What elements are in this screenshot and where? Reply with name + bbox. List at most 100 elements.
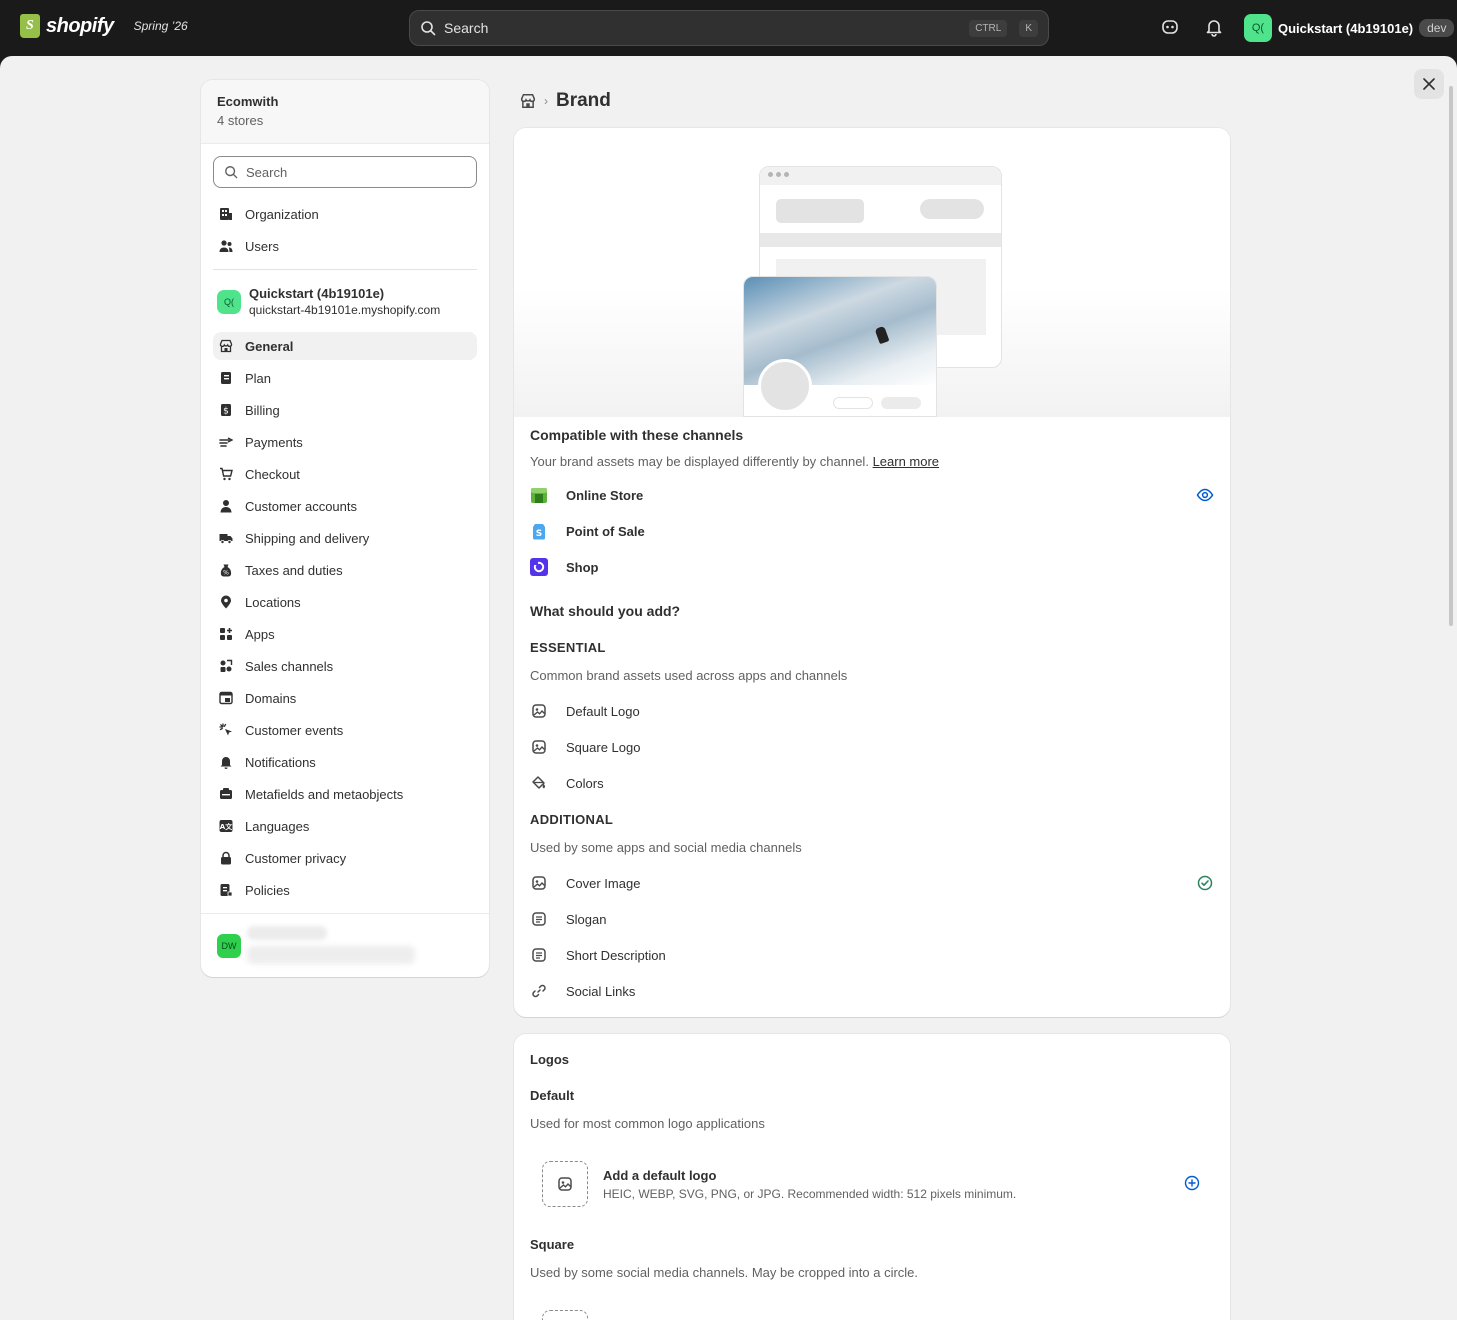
asset-square-logo[interactable]: Square Logo xyxy=(530,735,1214,759)
asset-colors[interactable]: Colors xyxy=(530,771,1214,795)
other-store-entry[interactable]: DW xyxy=(201,913,489,977)
search-icon xyxy=(225,166,238,179)
learn-more-link[interactable]: Learn more xyxy=(873,454,939,469)
sidebar-item-label: Billing xyxy=(245,402,280,418)
sidebar-item-label: Users xyxy=(245,238,279,254)
sidebar-item-label: Plan xyxy=(245,370,272,386)
sidebar-item-sales-channels[interactable]: Sales channels xyxy=(213,652,477,680)
asset-label: Social Links xyxy=(566,983,636,999)
square-logo-title: Square xyxy=(530,1237,575,1252)
policies-icon xyxy=(219,883,233,897)
sidebar-item-general[interactable]: General xyxy=(213,332,477,360)
sidebar-item-customer-privacy[interactable]: Customer privacy xyxy=(213,844,477,872)
edition-label: Spring ’26 xyxy=(133,19,188,33)
settings-sidebar: Ecomwith 4 stores Search Organization Us… xyxy=(201,80,489,977)
sidebar-item-notifications[interactable]: Notifications xyxy=(213,748,477,776)
asset-slogan[interactable]: Slogan xyxy=(530,907,1214,931)
asset-default-logo[interactable]: Default Logo xyxy=(530,699,1214,723)
sidebar-item-checkout[interactable]: Checkout xyxy=(213,460,477,488)
sidebar-item-label: Taxes and duties xyxy=(245,562,343,578)
sidebar-item-label: Domains xyxy=(245,690,297,706)
close-button[interactable] xyxy=(1414,69,1444,99)
svg-text:%: % xyxy=(223,570,229,577)
bell-icon xyxy=(219,755,233,769)
sidebar-item-customer-events[interactable]: Customer events xyxy=(213,716,477,744)
image-icon xyxy=(530,738,548,756)
sidebar-item-label: Shipping and delivery xyxy=(245,530,370,546)
sidebar-item-domains[interactable]: Domains xyxy=(213,684,477,712)
asset-short-description[interactable]: Short Description xyxy=(530,943,1214,967)
sidebar-item-billing[interactable]: $ Billing xyxy=(213,396,477,424)
sidebar-item-languages[interactable]: A文 Languages xyxy=(213,812,477,840)
settings-search-input[interactable]: Search xyxy=(213,156,477,188)
asset-social-links[interactable]: Social Links xyxy=(530,979,1214,1003)
building-icon xyxy=(219,207,233,221)
cursor-icon xyxy=(219,723,233,737)
channel-point-of-sale: S Point of Sale xyxy=(530,519,1214,543)
compatible-desc-text: Your brand assets may be displayed diffe… xyxy=(530,454,869,469)
square-logo-dropzone[interactable] xyxy=(542,1310,588,1320)
plan-icon xyxy=(219,371,233,385)
sidebar-item-label: Organization xyxy=(245,206,319,222)
svg-text:S: S xyxy=(536,529,542,539)
sidebar-item-label: Customer events xyxy=(245,722,344,738)
default-logo-title: Default xyxy=(530,1088,575,1103)
brand-name: shopify xyxy=(46,14,114,37)
default-logo-desc: Used for most common logo applications xyxy=(530,1116,765,1131)
text-icon xyxy=(530,946,548,964)
sidekick-icon[interactable] xyxy=(1160,17,1180,37)
add-default-logo-title[interactable]: Add a default logo xyxy=(603,1168,716,1183)
cart-icon xyxy=(219,467,233,481)
search-icon xyxy=(421,21,436,36)
top-bar: shopify Spring ’26 Search CTRL K Q( Quic… xyxy=(0,0,1457,56)
sidebar-item-payments[interactable]: Payments xyxy=(213,428,477,456)
global-search[interactable]: Search CTRL K xyxy=(409,10,1049,46)
asset-label: Slogan xyxy=(566,911,607,927)
essential-title: ESSENTIAL xyxy=(530,640,606,655)
sidebar-item-customer-accounts[interactable]: Customer accounts xyxy=(213,492,477,520)
store-avatar: DW xyxy=(217,934,241,958)
store-icon[interactable] xyxy=(520,93,536,109)
scrollbar[interactable] xyxy=(1449,86,1453,626)
sidebar-item-apps[interactable]: Apps xyxy=(213,620,477,648)
sidebar-item-metafields[interactable]: Metafields and metaobjects xyxy=(213,780,477,808)
logos-card: Logos Default Used for most common logo … xyxy=(514,1034,1230,1320)
sidebar-item-label: Checkout xyxy=(245,466,300,482)
store-icon xyxy=(219,339,233,353)
organization-header[interactable]: Ecomwith 4 stores xyxy=(201,80,489,144)
asset-label: Colors xyxy=(566,775,604,791)
asset-cover-image[interactable]: Cover Image xyxy=(530,871,1214,895)
additional-desc: Used by some apps and social media chann… xyxy=(530,840,802,855)
sidebar-item-shipping[interactable]: Shipping and delivery xyxy=(213,524,477,552)
sidebar-item-label: Sales channels xyxy=(245,658,334,674)
billing-icon: $ xyxy=(219,403,233,417)
current-store[interactable]: Q( Quickstart (4b19101e) quickstart-4b19… xyxy=(217,286,440,317)
plus-circle-icon[interactable] xyxy=(1184,1175,1200,1191)
breadcrumb: › Brand xyxy=(520,90,611,112)
image-icon xyxy=(530,874,548,892)
store-name: Quickstart (4b19101e) xyxy=(1278,20,1414,36)
sidebar-item-taxes[interactable]: % Taxes and duties xyxy=(213,556,477,584)
paint-bucket-icon xyxy=(530,774,548,792)
sidebar-item-organization[interactable]: Organization xyxy=(213,200,477,228)
sidebar-item-users[interactable]: Users xyxy=(213,232,477,260)
check-circle-icon xyxy=(1197,875,1213,891)
assets-question: What should you add? xyxy=(530,603,681,619)
sidebar-item-plan[interactable]: Plan xyxy=(213,364,477,392)
redacted-store-name xyxy=(247,926,327,940)
search-placeholder: Search xyxy=(444,20,489,36)
store-switcher[interactable]: Q( Quickstart (4b19101e) dev xyxy=(1244,14,1455,42)
apps-icon xyxy=(219,627,233,641)
shortcut-ctrl: CTRL xyxy=(969,19,1008,37)
sidebar-item-locations[interactable]: Locations xyxy=(213,588,477,616)
org-store-count: 4 stores xyxy=(217,113,264,128)
default-logo-dropzone[interactable] xyxy=(542,1161,588,1207)
additional-title: ADDITIONAL xyxy=(530,812,614,827)
store-name: Quickstart (4b19101e) xyxy=(249,286,385,301)
store-avatar: Q( xyxy=(1244,14,1272,42)
eye-icon[interactable] xyxy=(1196,486,1214,504)
svg-text:$: $ xyxy=(223,407,229,417)
bell-icon[interactable] xyxy=(1204,17,1224,37)
sidebar-item-policies[interactable]: Policies xyxy=(213,876,477,904)
shopify-logo[interactable]: shopify Spring ’26 xyxy=(20,14,188,38)
